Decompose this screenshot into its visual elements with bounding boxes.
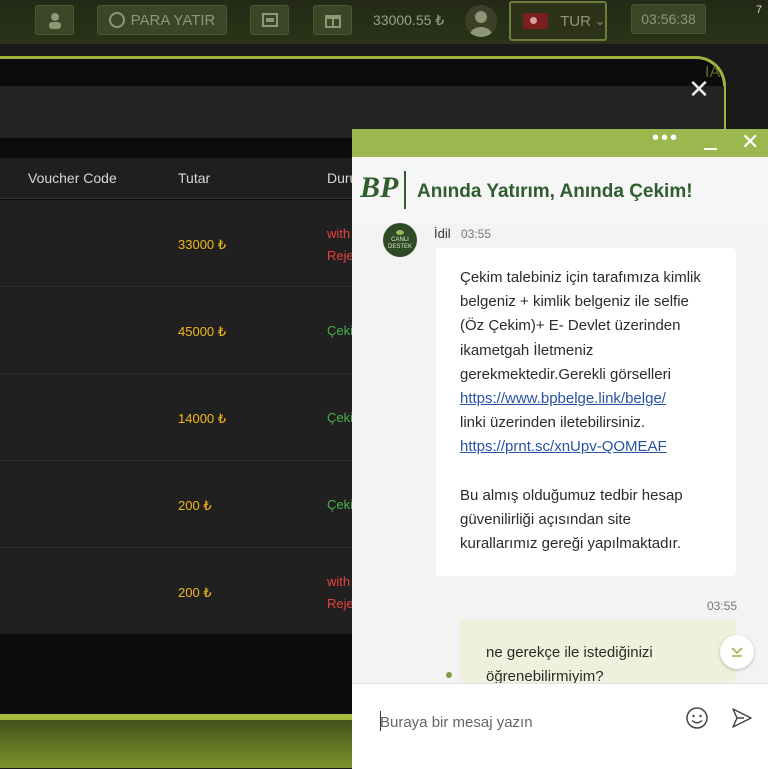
agent-icon-button[interactable]	[35, 5, 74, 35]
row-status: Çeki	[327, 497, 354, 512]
deposit-button[interactable]: PARA YATIR	[97, 5, 227, 35]
brand-divider	[404, 171, 406, 209]
gift-button[interactable]	[313, 5, 352, 35]
balance: 33000.55 ₺	[373, 12, 445, 28]
top-header: PARA YATIR 33000.55 ₺ TUR ⌄ 03:56:38 7	[0, 0, 768, 44]
gift-icon	[324, 15, 341, 28]
row-status: with	[327, 574, 351, 589]
column-amount: Tutar	[178, 170, 211, 186]
row-amount: 200 ₺	[178, 498, 212, 513]
chat-brand-banner: BP Anında Yatırım, Anında Çekim!	[352, 157, 768, 223]
live-chat-widget: ••• ✕ BP Anında Yatırım, Anında Çekim! C…	[352, 127, 768, 769]
profile-avatar[interactable]	[465, 5, 497, 37]
row-status-detail: Reje	[327, 248, 354, 263]
emoji-icon[interactable]	[685, 706, 709, 730]
minimize-icon[interactable]	[704, 148, 717, 150]
agent-avatar: CANLI DESTEK	[383, 223, 417, 257]
message-text: Bu almış olduğumuz tedbir hesap güvenili…	[460, 486, 683, 553]
column-voucher-code: Voucher Code	[28, 170, 117, 186]
row-status: Çeki	[327, 410, 354, 425]
coin-icon	[108, 12, 125, 28]
message-text: linki üzerinden iletebilirsiniz.	[460, 414, 646, 432]
cashier-button[interactable]	[250, 5, 289, 35]
row-status: Çeki	[327, 323, 354, 338]
leaf-icon	[396, 229, 404, 235]
row-amount: 200 ₺	[178, 585, 212, 600]
row-status: with	[327, 226, 351, 241]
text-caret	[380, 711, 381, 731]
message-link[interactable]: https://prnt.sc/xnUpv-QOMEAF	[460, 438, 667, 455]
outgoing-message: ne gerekçe ile istediğinizi öğrenebilirm…	[460, 619, 736, 683]
incoming-message: Çekim talebiniz için tarafımıza kimlik b…	[436, 248, 736, 576]
notification-count[interactable]: 7	[756, 4, 768, 34]
scroll-down-button[interactable]	[720, 635, 754, 669]
chevron-down-icon: ⌄	[594, 14, 605, 28]
status-dot	[446, 672, 452, 678]
send-icon[interactable]	[730, 706, 754, 730]
user-icon	[470, 11, 492, 37]
row-status-detail: Reje	[327, 596, 354, 611]
brand-slogan: Anında Yatırım, Anında Çekim!	[417, 181, 693, 202]
message-time: 03:55	[707, 599, 738, 613]
agent-name: İdil	[434, 226, 451, 241]
language-selector[interactable]: TUR ⌄	[509, 1, 607, 41]
chat-close-icon[interactable]: ✕	[741, 131, 759, 153]
agent-icon	[48, 13, 61, 29]
more-options-icon[interactable]: •••	[652, 127, 679, 150]
message-text: Çekim talebiniz için tarafımıza kimlik b…	[460, 269, 701, 383]
turkey-flag-icon	[523, 13, 549, 29]
clock: 03:56:38	[631, 4, 706, 34]
cashier-icon	[261, 13, 278, 27]
chat-composer	[352, 683, 768, 769]
row-amount: 14000 ₺	[178, 411, 227, 426]
row-amount: 45000 ₺	[178, 324, 227, 339]
chat-message-input[interactable]	[378, 706, 672, 738]
brand-logo: BP	[360, 171, 399, 204]
message-time: 03:55	[461, 227, 492, 241]
modal-close-icon[interactable]: ✕	[686, 76, 712, 102]
chat-header: ••• ✕	[352, 127, 768, 157]
row-amount: 33000 ₺	[178, 237, 227, 252]
chevron-down-icon	[731, 647, 743, 657]
message-link[interactable]: https://www.bpbelge.link/belge/	[460, 390, 666, 407]
message-text: ne gerekçe ile istediğinizi öğrenebilirm…	[486, 644, 653, 683]
